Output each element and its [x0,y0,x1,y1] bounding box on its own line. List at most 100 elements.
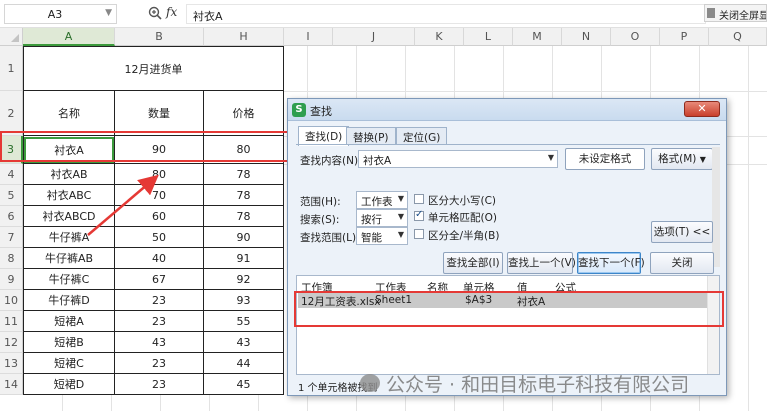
cell-qty[interactable]: 50 [115,227,204,248]
panel-scrollbar[interactable] [712,147,720,267]
cell-price[interactable]: 91 [204,248,284,269]
cell-name[interactable]: 衬衣AB [23,164,115,185]
cell-name[interactable]: 短裙B [23,332,115,353]
column-header-i[interactable]: I [284,28,333,46]
match-cell-checkbox[interactable] [414,209,424,221]
sheet-app-icon: S [292,103,306,117]
cell-name[interactable]: 短裙D [23,374,115,395]
row-header-1[interactable]: 1 [0,46,23,91]
column-header-b[interactable]: B [115,28,204,46]
column-header-m[interactable]: M [513,28,562,46]
column-header-p[interactable]: P [660,28,709,46]
row-header-8[interactable]: 8 [0,248,23,269]
column-header-k[interactable]: K [415,28,464,46]
cell-qty[interactable]: 23 [115,353,204,374]
row-header-13[interactable]: 13 [0,353,23,374]
select-all-corner[interactable] [0,28,23,46]
column-header-a[interactable]: A [23,28,115,46]
find-all-button[interactable]: 查找全部(I) [443,252,503,274]
cell-qty[interactable]: 67 [115,269,204,290]
cell-price[interactable]: 44 [204,353,284,374]
row-header-9[interactable]: 9 [0,269,23,290]
tab-replace[interactable]: 替换(P) [346,127,396,145]
chevron-down-icon[interactable]: ▼ [105,8,112,18]
row-header-4[interactable]: 4 [0,164,23,185]
cell-name[interactable]: 牛仔裤C [23,269,115,290]
match-cell-label: 单元格匹配(O) [428,212,497,224]
row-header-14[interactable]: 14 [0,374,23,395]
options-button[interactable]: 选项(T) << [651,221,713,243]
find-prev-button[interactable]: 查找上一个(V) [507,252,576,274]
format-button[interactable]: 格式(M) ▼ [651,148,713,170]
cell-price[interactable]: 45 [204,374,284,395]
match-case-checkbox[interactable] [414,194,424,204]
dialog-title: 查找 [310,105,332,118]
header-cell-qty[interactable]: 数量 [115,91,204,136]
row-header-11[interactable]: 11 [0,311,23,332]
row-header-6[interactable]: 6 [0,206,23,227]
sheet-title-cell[interactable]: 12月进货单 [23,46,284,91]
close-button[interactable]: 关闭 [650,252,714,274]
row-header-5[interactable]: 5 [0,185,23,206]
cell-qty[interactable]: 43 [115,332,204,353]
scope-select[interactable]: 工作表 ▼ [356,191,408,209]
search-label: 搜索(S): [300,214,340,226]
row-header-7[interactable]: 7 [0,227,23,248]
cell-name[interactable]: 衬衣ABCD [23,206,115,227]
cell-price[interactable]: 43 [204,332,284,353]
close-fullscreen-button[interactable]: 关闭全屏显示 [704,4,767,22]
column-header-o[interactable]: O [611,28,660,46]
cell-name[interactable]: 牛仔裤A [23,227,115,248]
find-next-button[interactable]: 查找下一个(F) [577,252,645,274]
formula-input[interactable]: 衬衣A [186,4,706,24]
dialog-titlebar[interactable]: S 查找 ✕ [288,99,726,121]
cell-name[interactable]: 短裙A [23,311,115,332]
dropdown-arrow-icon[interactable]: ▼ [398,194,404,203]
search-select[interactable]: 按行 ▼ [356,209,408,227]
cell-qty[interactable]: 80 [115,164,204,185]
cell-price[interactable]: 92 [204,269,284,290]
cell-qty[interactable]: 23 [115,311,204,332]
cell-price[interactable]: 78 [204,185,284,206]
cell-name[interactable]: 牛仔裤D [23,290,115,311]
cell-qty[interactable]: 60 [115,206,204,227]
tab-goto[interactable]: 定位(G) [396,127,448,145]
find-content-label: 查找内容(N): [300,155,362,167]
column-header-j[interactable]: J [333,28,415,46]
cell-qty[interactable]: 70 [115,185,204,206]
lookin-label: 查找范围(L): [300,232,360,244]
cell-price[interactable]: 93 [204,290,284,311]
row-header-2[interactable]: 2 [0,91,23,136]
dropdown-arrow-icon[interactable]: ▼ [548,153,554,162]
fullscreen-label: 关闭全屏显示 [719,11,766,22]
column-header-n[interactable]: N [562,28,611,46]
header-cell-name[interactable]: 名称 [23,91,115,136]
zoom-icon[interactable] [148,6,162,20]
find-content-input[interactable]: 衬衣A ▼ [358,150,558,168]
dropdown-arrow-icon[interactable]: ▼ [398,212,404,221]
column-header-h[interactable]: H [204,28,284,46]
cell-name[interactable]: 牛仔裤AB [23,248,115,269]
cell-name[interactable]: 短裙C [23,353,115,374]
tab-find[interactable]: 查找(D) [298,126,350,146]
close-icon[interactable]: ✕ [684,101,720,117]
cell-price[interactable]: 78 [204,206,284,227]
row-header-10[interactable]: 10 [0,290,23,311]
cell-qty[interactable]: 23 [115,290,204,311]
annotation-highlight-result [294,291,724,327]
cell-price[interactable]: 78 [204,164,284,185]
match-width-checkbox[interactable] [414,229,424,239]
cell-qty[interactable]: 23 [115,374,204,395]
dropdown-arrow-icon[interactable]: ▼ [398,230,404,239]
cell-qty[interactable]: 40 [115,248,204,269]
lookin-select[interactable]: 智能 ▼ [356,227,408,245]
column-header-q[interactable]: Q [709,28,767,46]
fx-label[interactable]: fx [166,5,177,19]
cell-price[interactable]: 55 [204,311,284,332]
cell-name[interactable]: 衬衣ABC [23,185,115,206]
row-header-12[interactable]: 12 [0,332,23,353]
column-header-l[interactable]: L [464,28,513,46]
cell-price[interactable]: 90 [204,227,284,248]
name-box[interactable]: A3 ▼ [4,4,117,24]
header-cell-price[interactable]: 价格 [204,91,284,136]
